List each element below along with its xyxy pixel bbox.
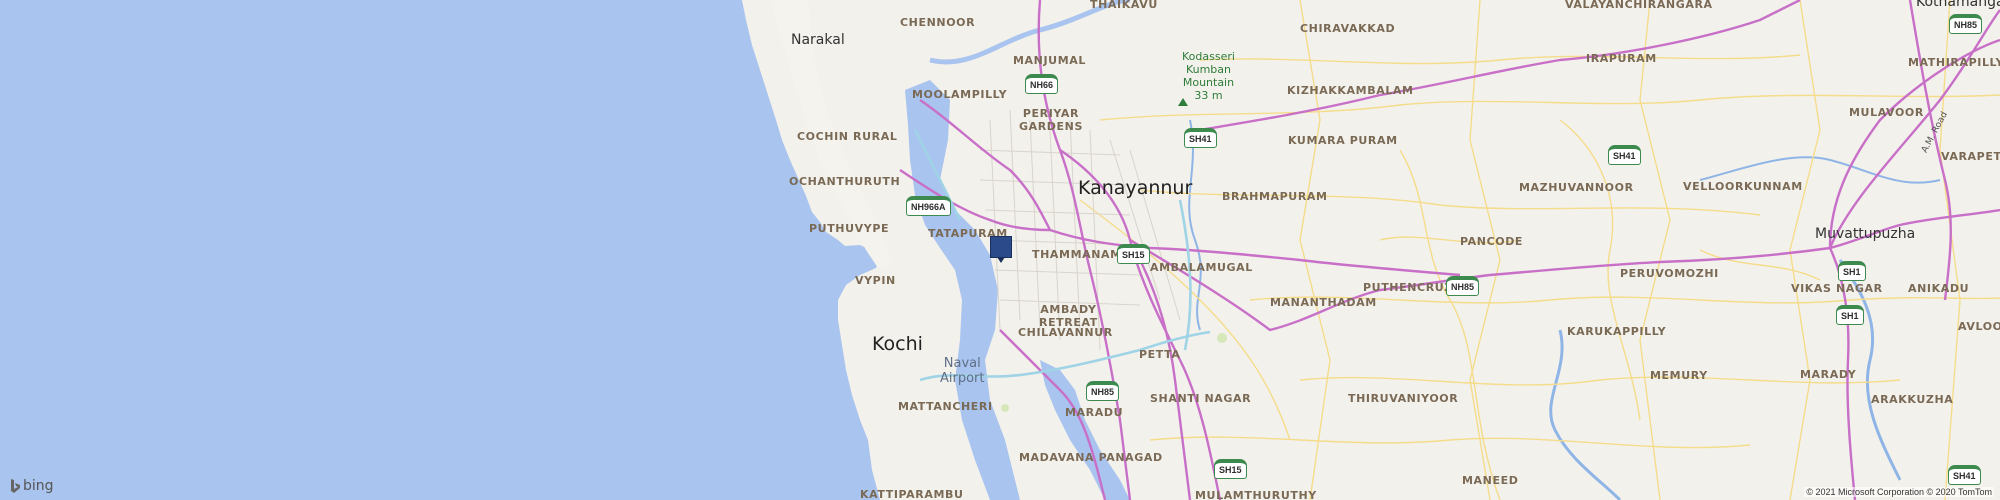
place-label: CHILAVANNUR [1018,326,1113,339]
place-label: MARADU [1065,406,1124,419]
place-label: MULAVOOR [1849,106,1924,119]
sh41-shield: SH41 [1948,465,1981,485]
map-canvas[interactable]: Narakal CHENNOOR THAIKAVU MANJUMAL MOOLA… [0,0,2000,500]
place-label: MATHIRAPILLY [1908,56,2000,69]
park [1217,333,1227,343]
sh15-shield: SH15 [1214,459,1247,479]
nh85-shield: NH85 [1446,276,1480,296]
location-pin-icon[interactable] [990,236,1012,263]
nh966a-shield: NH966A [906,196,951,216]
place-label: PERIYAR GARDENS [1019,107,1083,133]
place-label: MAZHUVANNOOR [1519,181,1634,194]
place-label: VARAPETTY [1941,150,2000,163]
place-label: ARAKKUZHA [1871,393,1954,406]
place-label: PANCODE [1460,235,1524,248]
city-label-kochi: Kochi [872,333,923,355]
place-label: VELLOORKUNNAM [1683,180,1803,193]
place-label: MEMURY [1650,369,1708,382]
place-label: COCHIN RURAL [797,130,898,143]
town-label: Muvattupuzha [1815,226,1916,242]
place-label: KATTIPARAMBU [860,488,964,500]
sh41-shield: SH41 [1184,128,1217,148]
place-label: MANEED [1462,474,1519,487]
sh15-shield: SH15 [1117,244,1150,264]
copyright-notice: © 2021 Microsoft Corporation © 2020 TomT… [1804,487,1994,497]
city-label-kanayannur: Kanayannur [1078,177,1193,199]
bing-logo-text: bing [23,478,54,494]
sh1-shield: SH1 [1836,305,1864,325]
place-label: THIRUVANIYOOR [1348,392,1459,405]
place-label: KIZHAKKAMBALAM [1287,84,1414,97]
place-label: THAIKAVU [1090,0,1158,11]
place-label: PUTHENCRUZ [1363,281,1453,294]
place-label: PERUVOMOZHI [1620,267,1719,280]
place-label: MANJUMAL [1013,54,1086,67]
place-label: MANANTHADAM [1270,296,1377,309]
place-label: IRAPURAM [1586,52,1657,65]
place-label: MADAVANA PANAGAD [1019,451,1163,464]
place-label: PUTHUVYPE [809,222,890,235]
place-label: MARADY [1800,368,1857,381]
place-label: MULAMTHURUTHY [1195,489,1317,500]
place-label: CHIRAVAKKAD [1300,22,1396,35]
place-label: THAMMANAM [1032,248,1122,261]
mountain-label: Kodasseri Kumban Mountain 33 m [1182,50,1235,102]
place-label: VALAYANCHIRANGARA [1565,0,1713,11]
place-label: MATTANCHERI [898,400,993,413]
nh66-shield: NH66 [1025,74,1059,94]
place-label: AMBALAMUGAL [1150,261,1253,274]
place-label: Narakal [791,32,845,48]
place-label: BRAHMAPURAM [1222,190,1328,203]
place-label: AVLOOR [1958,320,2000,333]
town-label: Kothamangalam [1916,0,2000,10]
place-label: ANIKADU [1908,282,1970,295]
park-2 [1001,404,1009,412]
place-label: OCHANTHURUTH [789,175,901,188]
nh85-shield: NH85 [1086,381,1120,401]
nh85-shield: NH85 [1949,14,1983,34]
mountain-icon [1178,98,1188,106]
place-label: SHANTI NAGAR [1150,392,1252,405]
place-label: VIKAS NAGAR [1791,282,1883,295]
place-label: MOOLAMPILLY [912,88,1008,101]
place-label: PETTA [1139,348,1181,361]
sh41-shield: SH41 [1608,145,1641,165]
sh1-shield: SH1 [1838,261,1866,281]
water-label: Naval Airport [940,356,985,386]
place-label: KARUKAPPILLY [1567,325,1667,338]
place-label: VYPIN [855,274,896,287]
place-label: CHENNOOR [900,16,976,29]
bing-logo[interactable]: bing [10,478,54,494]
place-label: KUMARA PURAM [1288,134,1398,147]
bing-logo-icon [11,479,20,493]
